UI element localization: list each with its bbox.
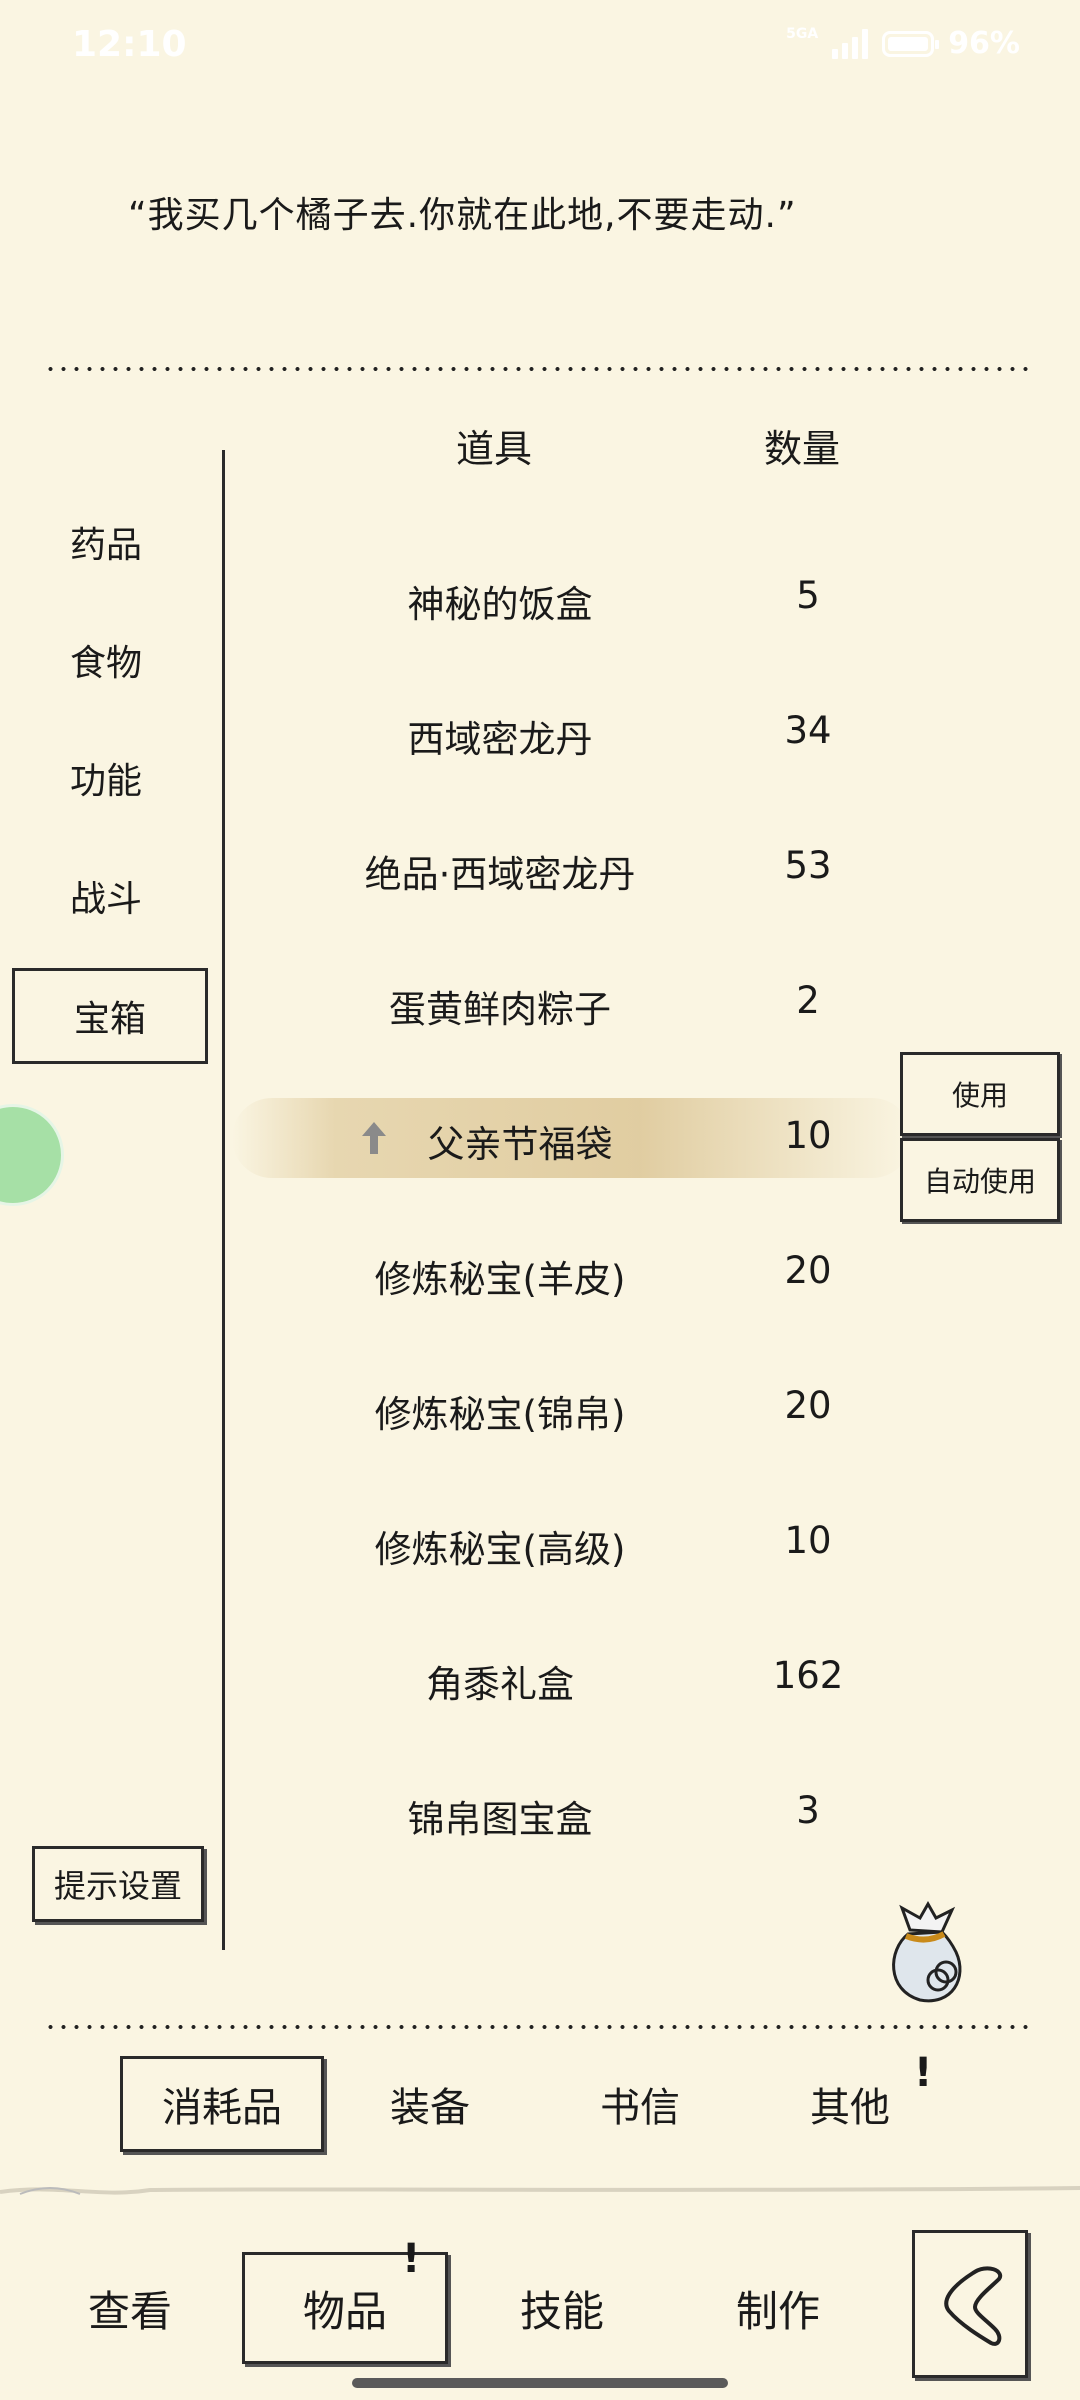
category-food[interactable]: 食物: [70, 634, 220, 686]
category-battle[interactable]: 战斗: [70, 870, 220, 922]
header-item: 道具: [456, 427, 533, 471]
inventory-screen: 12:10 5GA 96% “我买几个橘子去.你就在此地,不要走动.” 药品 食…: [0, 0, 1080, 2400]
item-name[interactable]: 神秘的饭盒: [270, 574, 730, 628]
tab-consumables[interactable]: 消耗品: [120, 2056, 324, 2152]
item-bag-icon[interactable]: [880, 1900, 970, 2010]
status-indicators: 5GA 96%: [786, 25, 1020, 62]
item-name[interactable]: 绝品·西域密龙丹: [270, 844, 730, 898]
nav-skills[interactable]: 技能: [492, 2252, 632, 2364]
others-alert-mark: !: [914, 2050, 933, 2096]
signal-icon: [832, 28, 869, 59]
category-function[interactable]: 功能: [70, 752, 220, 804]
item-qty: 20: [784, 1384, 832, 1427]
item-name-selected[interactable]: 父亲节福袋: [290, 1114, 750, 1168]
item-qty: 10: [784, 1519, 832, 1562]
category-medicine[interactable]: 药品: [70, 516, 220, 568]
item-qty-selected: 10: [784, 1114, 832, 1157]
item-qty: 53: [784, 844, 832, 887]
item-name[interactable]: 锦帛图宝盒: [270, 1789, 730, 1843]
item-name[interactable]: 修炼秘宝(羊皮): [270, 1249, 730, 1303]
network-label: 5GA: [786, 25, 819, 42]
item-name[interactable]: 角黍礼盒: [270, 1654, 730, 1708]
auto-use-button[interactable]: 自动使用: [900, 1138, 1060, 1222]
dotted-divider-top: [44, 366, 1034, 372]
floating-bubble[interactable]: [0, 1104, 64, 1206]
nav-crafting[interactable]: 制作: [708, 2252, 848, 2364]
item-qty: 34: [784, 709, 832, 752]
back-button[interactable]: [912, 2230, 1028, 2378]
battery-icon: [882, 30, 940, 57]
status-time: 12:10: [72, 24, 187, 65]
items-alert-mark: !: [402, 2236, 421, 2282]
hint-settings-button[interactable]: 提示设置: [32, 1846, 204, 1922]
back-chevron-icon: [944, 2266, 1003, 2346]
item-qty: 2: [796, 979, 820, 1022]
item-qty: 3: [796, 1789, 820, 1832]
category-treasure-chest[interactable]: 宝箱: [12, 968, 208, 1064]
header-quantity: 数量: [764, 427, 841, 471]
item-name[interactable]: 修炼秘宝(锦帛): [270, 1384, 730, 1438]
story-quote: “我买几个橘子去.你就在此地,不要走动.”: [128, 195, 797, 236]
item-name[interactable]: 西域密龙丹: [270, 709, 730, 763]
column-divider: [222, 450, 225, 1950]
item-qty: 5: [796, 574, 820, 617]
dotted-divider-bottom: [44, 2024, 1034, 2030]
item-name[interactable]: 蛋黄鲜肉粽子: [270, 979, 730, 1033]
item-name[interactable]: 修炼秘宝(高级): [270, 1519, 730, 1573]
brush-divider: [0, 2186, 1080, 2195]
nav-view[interactable]: 查看: [60, 2252, 200, 2364]
item-qty: 20: [784, 1249, 832, 1292]
tab-others[interactable]: 其他: [770, 2056, 930, 2152]
item-qty: 162: [772, 1654, 844, 1697]
battery-percent: 96%: [948, 26, 1020, 61]
home-indicator[interactable]: [352, 2378, 728, 2388]
tab-equipment[interactable]: 装备: [350, 2056, 510, 2152]
tab-letters[interactable]: 书信: [560, 2056, 720, 2152]
use-button[interactable]: 使用: [900, 1052, 1060, 1136]
